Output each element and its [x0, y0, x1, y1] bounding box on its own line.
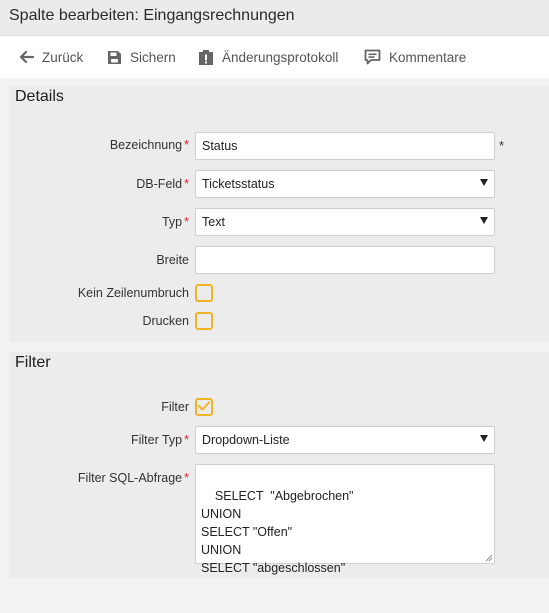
bezeichnung-value: Status — [202, 139, 238, 153]
breite-input[interactable] — [195, 246, 495, 274]
required-marker: * — [184, 433, 189, 447]
dbfeld-label: DB-Feld * — [136, 177, 189, 191]
title-bar: Spalte bearbeiten: Eingangsrechnungen — [0, 0, 549, 36]
filter-typ-label: Filter Typ * — [131, 433, 189, 447]
caret-down-icon — [480, 435, 488, 442]
drucken-checkbox[interactable] — [195, 312, 213, 330]
back-label: Zurück — [42, 49, 84, 65]
dbfeld-select[interactable]: Ticketsstatus — [195, 170, 495, 198]
filter-heading: Filter — [15, 354, 51, 371]
required-marker: * — [184, 177, 189, 191]
details-panel: Details Bezeichnung * Status * DB-Feld * T… — [9, 86, 549, 342]
arrow-left-icon — [20, 51, 34, 63]
comment-icon — [364, 49, 381, 65]
filter-typ-selected: Dropdown-Liste — [202, 433, 290, 447]
kein-zeilenumbruch-label-text: Kein Zeilenumbruch — [77, 286, 189, 300]
bezeichnung-label: Bezeichnung * — [110, 138, 189, 152]
bezeichnung-suffix: * — [499, 138, 505, 153]
resize-grip-icon[interactable] — [484, 553, 493, 562]
filter-label: Filter — [161, 400, 189, 414]
checkmark-icon — [198, 401, 210, 411]
breite-label-text: Breite — [156, 253, 189, 267]
typ-label-text: Typ — [161, 215, 183, 229]
history-button[interactable]: Änderungsprotokoll — [198, 47, 338, 67]
kein-zeilenumbruch-checkbox[interactable] — [195, 284, 213, 302]
drucken-label-text: Drucken — [142, 314, 189, 328]
filter-panel: Filter Filter Filter Typ * Dropdown-Liste… — [9, 352, 549, 578]
filter-typ-label-text: Filter Typ — [130, 433, 183, 447]
caret-down-icon — [480, 179, 488, 186]
details-heading: Details — [15, 88, 64, 105]
filter-label-text: Filter — [161, 400, 189, 414]
required-marker: * — [184, 215, 189, 229]
filter-checkbox[interactable] — [195, 398, 213, 416]
dbfeld-selected: Ticketsstatus — [202, 177, 275, 191]
required-marker: * — [184, 138, 189, 152]
history-label: Änderungsprotokoll — [222, 49, 339, 65]
floppy-disk-icon — [108, 50, 121, 64]
save-label: Sichern — [130, 49, 176, 65]
required-marker: * — [184, 471, 189, 485]
typ-select[interactable]: Text — [195, 208, 495, 236]
comments-label: Kommentare — [389, 49, 467, 65]
clipboard-alert-icon — [199, 49, 213, 65]
dbfeld-label-text: DB-Feld — [136, 177, 183, 191]
filter-sql-label: Filter SQL-Abfrage * — [78, 471, 189, 485]
typ-label: Typ * — [162, 215, 189, 229]
back-button[interactable]: Zurück — [20, 47, 83, 67]
bezeichnung-label-text: Bezeichnung — [109, 138, 183, 152]
caret-down-icon — [480, 217, 488, 224]
filter-sql-value: SELECT "Abgebrochen" UNION SELECT "Offen… — [201, 489, 354, 575]
save-button[interactable]: Sichern — [107, 47, 176, 67]
filter-sql-textarea[interactable]: SELECT "Abgebrochen" UNION SELECT "Offen… — [195, 464, 495, 575]
bezeichnung-input[interactable]: Status — [195, 132, 495, 160]
window-title: Spalte bearbeiten: Eingangsrechnungen — [9, 7, 295, 24]
breite-label: Breite — [156, 253, 189, 267]
typ-selected: Text — [202, 215, 225, 229]
drucken-label: Drucken — [142, 314, 189, 328]
filter-sql-label-text: Filter SQL-Abfrage — [77, 471, 183, 485]
filter-typ-select[interactable]: Dropdown-Liste — [195, 426, 495, 454]
comments-button[interactable]: Kommentare — [364, 47, 466, 67]
toolbar: Zurück Sichern Änderungsprotokoll Kommen… — [0, 36, 549, 78]
kein-zeilenumbruch-label: Kein Zeilenumbruch — [78, 286, 189, 300]
